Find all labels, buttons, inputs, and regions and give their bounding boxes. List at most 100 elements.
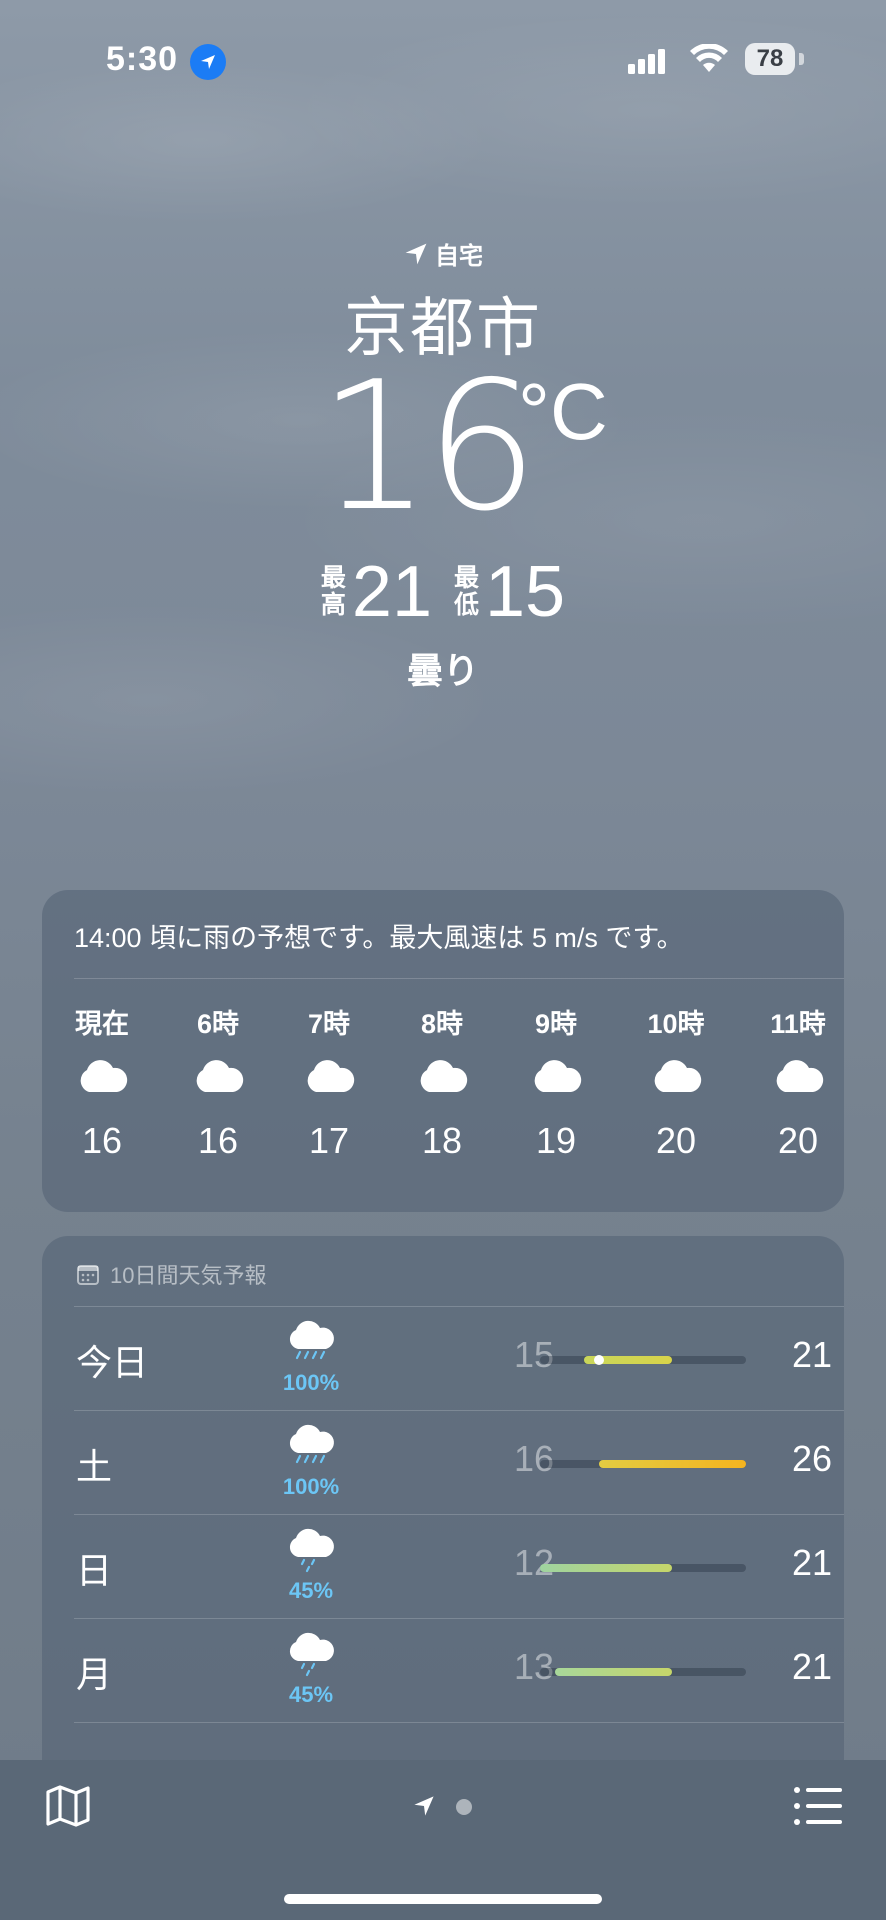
- battery-cap: [799, 53, 804, 65]
- hourly-list[interactable]: 現在 16 6時 16 7時 17 8時 18 9時 19 10時 20 11時 20: [42, 1002, 844, 1182]
- high-value: 21: [351, 552, 432, 632]
- hour-label: 9時: [534, 1009, 578, 1039]
- high-temperature: 21: [791, 1334, 832, 1375]
- precip-chance: 100%: [282, 1370, 340, 1395]
- cloud-icon: [284, 1042, 374, 1112]
- day-label: 月: [76, 1654, 113, 1695]
- day-label: 今日: [76, 1342, 149, 1383]
- precip-chance: 100%: [282, 1474, 340, 1499]
- temperature-range-bar: [540, 1564, 673, 1572]
- temperature-range-bar: [554, 1668, 673, 1676]
- cloud-icon: [173, 1042, 263, 1112]
- ten-day-forecast-card[interactable]: 10日間天気予報 今日 100% 15 21 土 100% 16 26 日 45% 12 21 月 45%…: [42, 1236, 844, 1766]
- home-indicator: [284, 1894, 602, 1904]
- low-label: 最 低: [454, 565, 479, 619]
- battery-icon: 78: [745, 43, 795, 75]
- calendar-icon: [77, 1265, 99, 1285]
- temperature-value: 16: [318, 343, 538, 550]
- daily-row[interactable]: 土 100% 16 26: [42, 1410, 844, 1514]
- divider: [74, 1722, 844, 1723]
- location-arrow-icon: [405, 243, 427, 264]
- rain-icon: [282, 1526, 342, 1576]
- high-low: 最 高 21 最 低 15: [0, 556, 886, 628]
- hour-temperature: 19: [535, 1120, 577, 1161]
- location-arrow-icon: [190, 44, 226, 80]
- home-location-line: 自宅: [0, 236, 886, 271]
- hour-column: 8時 18: [397, 1002, 487, 1162]
- hour-column: 11時 20: [753, 1002, 843, 1162]
- high-temperature: 26: [791, 1438, 832, 1479]
- daily-row[interactable]: 日 45% 12 21: [42, 1514, 844, 1618]
- high-label: 最 高: [321, 565, 346, 619]
- hour-label: 11時: [770, 1009, 826, 1039]
- divider: [74, 1410, 844, 1411]
- status-time: 5:30: [106, 40, 179, 78]
- daily-row-divider: [42, 1722, 844, 1732]
- current-temp-dot: [593, 1355, 604, 1365]
- low-label-1: 最: [454, 564, 480, 592]
- ten-day-title: 10日間天気予報: [110, 1263, 267, 1288]
- divider: [74, 1618, 844, 1619]
- heavy-rain-icon: [282, 1422, 342, 1472]
- precip-chance: 45%: [288, 1682, 334, 1707]
- wifi-icon: [690, 44, 728, 72]
- cloud-icon: [753, 1042, 843, 1112]
- precip-chance: 45%: [288, 1578, 334, 1603]
- hour-column: 6時 16: [173, 1002, 263, 1162]
- cloud-icon: [397, 1042, 487, 1112]
- hour-temperature: 17: [308, 1120, 350, 1161]
- hour-label: 10時: [647, 1009, 705, 1039]
- heavy-rain-icon: [282, 1318, 342, 1368]
- rain-icon: [282, 1630, 342, 1680]
- daily-row[interactable]: 月 45% 13 21: [42, 1618, 844, 1722]
- low-temperature: 15: [513, 1334, 554, 1375]
- hour-temperature: 16: [197, 1120, 239, 1161]
- hour-temperature: 16: [81, 1120, 123, 1161]
- hour-temperature: 20: [655, 1120, 697, 1161]
- location-arrow-icon[interactable]: [412, 1794, 436, 1818]
- high-temperature: 21: [791, 1646, 832, 1687]
- daily-row[interactable]: 今日 100% 15 21: [42, 1306, 844, 1410]
- low-temperature: 12: [513, 1542, 554, 1583]
- page-dot-icon[interactable]: [456, 1799, 472, 1815]
- hour-temperature: 18: [421, 1120, 463, 1161]
- high-label-1: 最: [320, 564, 346, 592]
- high-temperature: 21: [791, 1542, 832, 1583]
- cellular-signal-icon: [628, 49, 665, 74]
- hour-column: 10時 20: [631, 1002, 721, 1162]
- day-label: 日: [76, 1550, 113, 1591]
- divider: [74, 978, 844, 979]
- hour-column: 9時 19: [511, 1002, 601, 1162]
- forecast-summary: 14:00 頃に雨の予想です。最大風速は 5 m/s です。: [74, 923, 684, 953]
- cloud-icon: [511, 1042, 601, 1112]
- hour-column: 現在 16: [57, 1002, 147, 1162]
- low-temperature: 16: [513, 1438, 554, 1479]
- low-label-2: 低: [454, 591, 480, 619]
- hourly-forecast-card[interactable]: 14:00 頃に雨の予想です。最大風速は 5 m/s です。 現在 16 6時 16 7…: [42, 890, 844, 1212]
- divider: [74, 1306, 844, 1307]
- cloud-icon: [631, 1042, 721, 1112]
- temperature-range-track: [540, 1460, 746, 1468]
- ten-day-header: 10日間天気予報: [76, 1258, 266, 1290]
- temperature-unit: °C: [518, 367, 608, 456]
- hour-temperature: 20: [777, 1120, 819, 1161]
- map-icon[interactable]: [44, 1782, 92, 1830]
- temperature-range-track: [540, 1355, 746, 1365]
- list-icon[interactable]: [792, 1784, 842, 1828]
- hour-column: 7時 17: [284, 1002, 374, 1162]
- temperature-range-track: [540, 1668, 746, 1676]
- divider: [74, 1514, 844, 1515]
- hour-label: 8時: [420, 1009, 464, 1039]
- hour-label: 7時: [307, 1009, 351, 1039]
- cloud-icon: [57, 1042, 147, 1112]
- hour-label: 現在: [75, 1009, 129, 1039]
- hour-label: 6時: [196, 1009, 240, 1039]
- condition-text: 曇り: [406, 650, 479, 691]
- low-value: 15: [485, 552, 566, 632]
- status-bar: 5:30 78: [0, 0, 886, 120]
- temperature-range-track: [540, 1564, 746, 1572]
- low-temperature: 13: [513, 1646, 554, 1687]
- temperature-range-bar: [598, 1460, 746, 1468]
- high-label-2: 高: [320, 591, 346, 619]
- home-label: 自宅: [435, 243, 483, 270]
